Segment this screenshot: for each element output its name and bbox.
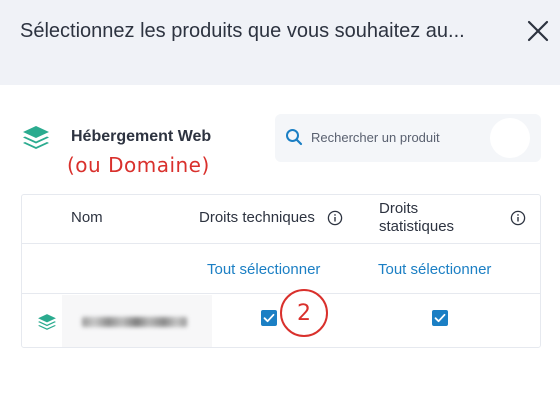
layers-icon (36, 312, 58, 334)
dialog-title: Sélectionnez les produits que vous souha… (20, 20, 465, 42)
search-icon (285, 128, 303, 146)
column-header-statistical-rights-line2: statistiques (379, 218, 455, 235)
product-row-name-redacted (62, 295, 212, 347)
redacted-text (82, 317, 187, 327)
column-header-statistical-rights-line1: Droits (379, 200, 419, 217)
annotation-label: (ou Domaine) (67, 153, 210, 177)
technical-rights-checkbox[interactable] (261, 310, 277, 326)
search-input[interactable] (311, 122, 491, 152)
table-divider (22, 293, 540, 294)
statistical-rights-checkbox[interactable] (432, 310, 448, 326)
search-avatar-circle (490, 118, 530, 158)
info-icon[interactable] (327, 210, 343, 226)
products-table: Nom Droits techniques Droits statistique… (21, 194, 541, 348)
column-header-technical-rights: Droits techniques (199, 209, 315, 226)
step-number-badge: 2 (280, 289, 328, 337)
table-divider (22, 243, 540, 244)
info-icon[interactable] (510, 210, 526, 226)
close-icon[interactable] (526, 19, 550, 43)
product-name: Hébergement Web (71, 128, 212, 145)
select-all-technical-link[interactable]: Tout sélectionner (207, 261, 320, 278)
column-header-name: Nom (71, 209, 103, 226)
layers-icon (20, 123, 52, 155)
search-box[interactable] (275, 114, 541, 162)
dialog-header: Sélectionnez les produits que vous souha… (0, 0, 560, 85)
select-all-statistical-link[interactable]: Tout sélectionner (378, 261, 491, 278)
